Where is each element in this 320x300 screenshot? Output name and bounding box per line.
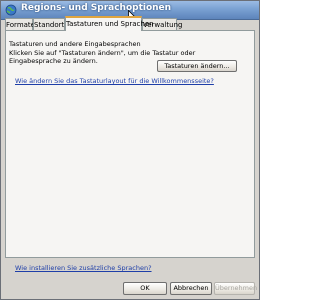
- cancel-button[interactable]: Abbrechen: [170, 282, 212, 295]
- globe-icon: [5, 4, 17, 16]
- tab-tastaturen-und-sprachen[interactable]: Tastaturen und Sprachen: [65, 16, 154, 31]
- tab-formate[interactable]: Formate: [5, 18, 35, 30]
- dialog-window: Regions- und Sprachoptionen Formate Stan…: [0, 0, 260, 300]
- install-languages-link[interactable]: Wie installieren Sie zusätzliche Sprache…: [15, 264, 152, 272]
- window-title: Regions- und Sprachoptionen: [21, 3, 172, 13]
- keyboards-group-title: Tastaturen und andere Eingabesprachen: [9, 40, 141, 48]
- apply-button: Übernehmen: [214, 282, 257, 295]
- change-keyboards-button[interactable]: Tastaturen ändern...: [157, 60, 237, 72]
- welcome-layout-link[interactable]: Wie ändern Sie das Tastaturlayout für di…: [15, 77, 214, 85]
- ok-button[interactable]: OK: [123, 282, 167, 295]
- tab-standort[interactable]: Standort: [33, 18, 65, 30]
